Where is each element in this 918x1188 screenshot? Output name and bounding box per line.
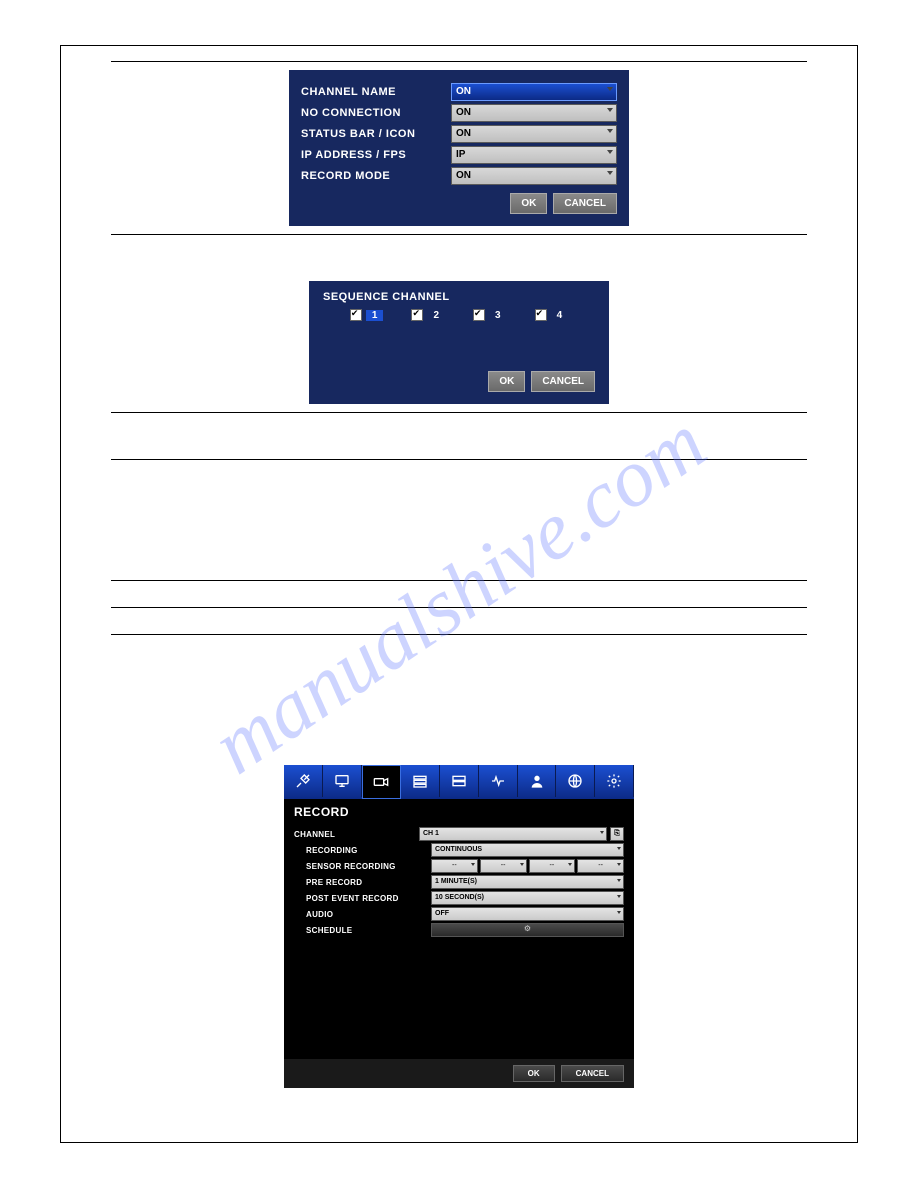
tools-icon[interactable]	[284, 765, 323, 797]
recording-label: RECORDING	[294, 846, 431, 855]
recording-select[interactable]: CONTINUOUS	[431, 843, 624, 857]
checkbox-label: 1	[366, 310, 384, 321]
sequence-channel-1[interactable]: 1	[350, 309, 384, 321]
health-icon[interactable]	[479, 765, 518, 797]
checkbox-icon	[350, 309, 362, 321]
status-bar-select[interactable]: ON	[451, 125, 617, 143]
camera-icon[interactable]	[362, 765, 402, 799]
osd-label: CHANNEL NAME	[301, 86, 451, 98]
osd-label: STATUS BAR / ICON	[301, 128, 451, 140]
osd-settings-panel: CHANNEL NAME ON NO CONNECTION ON STATUS …	[289, 70, 629, 226]
record-mode-select[interactable]: ON	[451, 167, 617, 185]
checkbox-icon	[535, 309, 547, 321]
osd-label: NO CONNECTION	[301, 107, 451, 119]
sequence-channel-2[interactable]: 2	[411, 309, 445, 321]
record-toolbar	[284, 765, 634, 799]
display-icon[interactable]	[323, 765, 362, 797]
copy-button[interactable]: ⎘	[610, 827, 624, 841]
osd-label: RECORD MODE	[301, 170, 451, 182]
sequence-title: SEQUENCE CHANNEL	[323, 291, 595, 303]
cancel-button[interactable]: CANCEL	[553, 193, 617, 214]
ok-button[interactable]: OK	[513, 1065, 555, 1082]
ok-button[interactable]: OK	[488, 371, 525, 392]
channel-label: CHANNEL	[294, 830, 419, 839]
checkbox-label: 4	[551, 310, 569, 321]
storage-icon[interactable]	[440, 765, 479, 797]
post-event-record-select[interactable]: 10 SECOND(S)	[431, 891, 624, 905]
sequence-channel-panel: SEQUENCE CHANNEL 1 2 3 4 OK CANCEL	[309, 281, 609, 404]
settings-icon[interactable]	[595, 765, 634, 797]
record-title: RECORD	[284, 799, 634, 821]
audio-label: AUDIO	[294, 910, 431, 919]
osd-row-no-connection: NO CONNECTION ON	[301, 104, 617, 122]
post-event-record-label: POST EVENT RECORD	[294, 894, 431, 903]
osd-row-ip-address: IP ADDRESS / FPS IP	[301, 146, 617, 164]
ok-button[interactable]: OK	[510, 193, 547, 214]
user-icon[interactable]	[518, 765, 557, 797]
osd-label: IP ADDRESS / FPS	[301, 149, 451, 161]
channel-name-select[interactable]: ON	[451, 83, 617, 101]
checkbox-label: 2	[427, 310, 445, 321]
no-connection-select[interactable]: ON	[451, 104, 617, 122]
ip-address-select[interactable]: IP	[451, 146, 617, 164]
channel-select[interactable]: CH 1	[419, 827, 607, 841]
network-icon[interactable]	[556, 765, 595, 797]
osd-row-record-mode: RECORD MODE ON	[301, 167, 617, 185]
sensor-select-1[interactable]: --	[431, 859, 478, 873]
cancel-button[interactable]: CANCEL	[531, 371, 595, 392]
checkbox-label: 3	[489, 310, 507, 321]
sensor-select-2[interactable]: --	[480, 859, 527, 873]
cancel-button[interactable]: CANCEL	[561, 1065, 624, 1082]
pre-record-label: PRE RECORD	[294, 878, 431, 887]
audio-select[interactable]: OFF	[431, 907, 624, 921]
schedule-button[interactable]	[431, 923, 624, 937]
osd-row-status-bar: STATUS BAR / ICON ON	[301, 125, 617, 143]
osd-row-channel-name: CHANNEL NAME ON	[301, 83, 617, 101]
record-panel: RECORD CHANNEL CH 1 ⎘ RECORDING CONTINUO…	[284, 765, 634, 1088]
sensor-select-4[interactable]: --	[577, 859, 624, 873]
checkbox-icon	[473, 309, 485, 321]
sensor-recording-label: SENSOR RECORDING	[294, 862, 431, 871]
checkbox-icon	[411, 309, 423, 321]
schedule-icon[interactable]	[401, 765, 440, 797]
pre-record-select[interactable]: 1 MINUTE(S)	[431, 875, 624, 889]
schedule-label: SCHEDULE	[294, 926, 431, 935]
sensor-select-3[interactable]: --	[529, 859, 576, 873]
sequence-channel-4[interactable]: 4	[535, 309, 569, 321]
sequence-checkbox-row: 1 2 3 4	[323, 309, 595, 321]
sequence-channel-3[interactable]: 3	[473, 309, 507, 321]
